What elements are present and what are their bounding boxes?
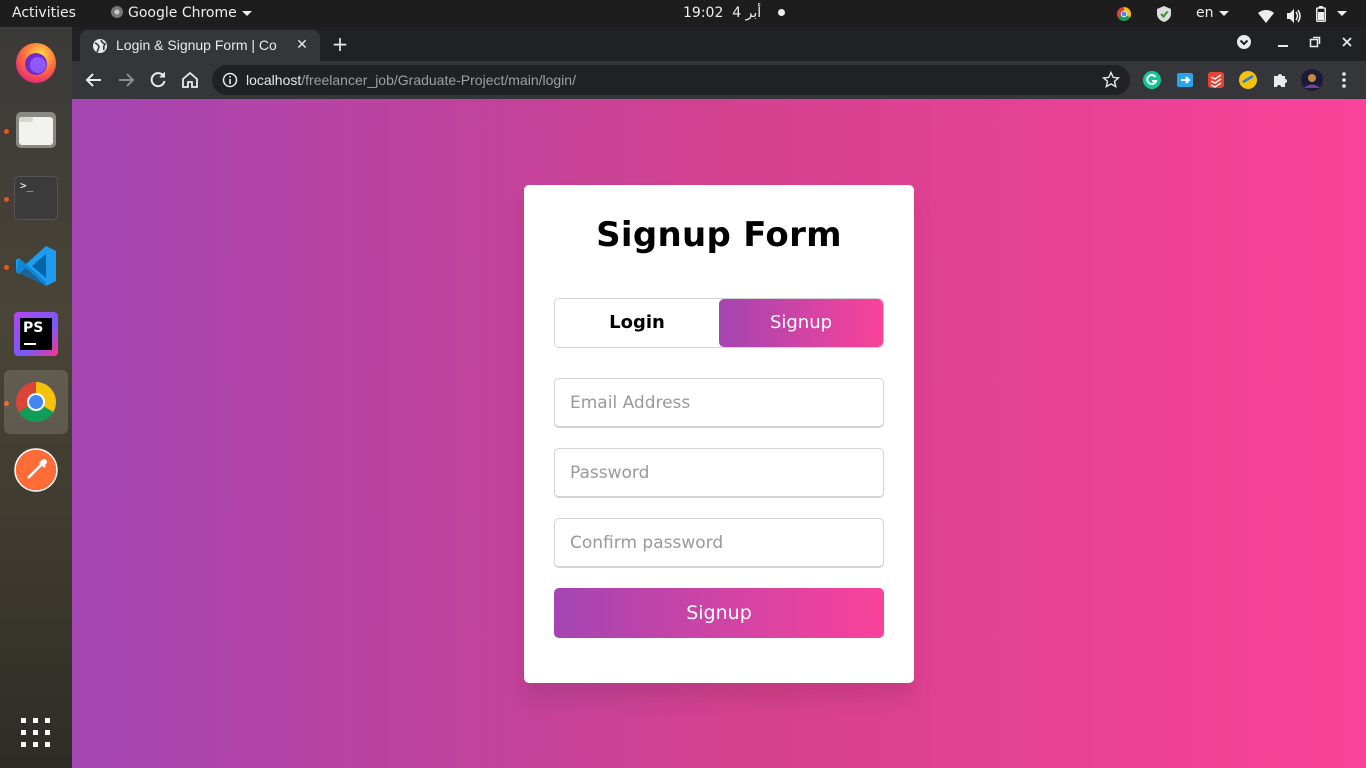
- more-vertical-icon[interactable]: [1334, 70, 1354, 90]
- clock[interactable]: 19:02 أبر 4: [683, 0, 785, 27]
- firefox-icon: [16, 43, 56, 83]
- chevron-down-icon: [1218, 10, 1229, 16]
- forward-button[interactable]: [113, 67, 139, 93]
- wifi-icon[interactable]: [1258, 6, 1274, 23]
- confirm-password-input[interactable]: [555, 519, 883, 566]
- password-field: [554, 448, 884, 498]
- url-text: localhost/freelancer_job/Graduate-Projec…: [246, 65, 576, 95]
- tab-login[interactable]: Login: [555, 299, 719, 347]
- close-icon[interactable]: ✕: [294, 37, 310, 53]
- form-card: Signup Form Login Signup Signup: [524, 185, 914, 683]
- url-path: /freelancer_job/Graduate-Project/main/lo…: [301, 72, 576, 88]
- clock-time: 19:02: [683, 5, 724, 21]
- grid-icon: [21, 718, 50, 747]
- phpstorm-icon: PS: [14, 312, 58, 356]
- language-label: en: [1196, 5, 1214, 21]
- clock-date: أبر 4: [732, 5, 762, 21]
- back-button[interactable]: [81, 67, 107, 93]
- extension-smile-icon[interactable]: [1238, 70, 1258, 90]
- info-icon[interactable]: [222, 72, 238, 88]
- app-menu[interactable]: Google Chrome: [110, 0, 252, 27]
- chevron-down-circle-icon: [1237, 35, 1251, 49]
- language-selector[interactable]: en: [1196, 0, 1229, 27]
- puzzle-icon[interactable]: [1270, 70, 1290, 90]
- signup-button[interactable]: Signup: [554, 588, 884, 638]
- tab-title: Login & Signup Form | Co: [116, 37, 277, 53]
- dock: >_ PS: [0, 27, 72, 768]
- dock-item-terminal[interactable]: >_: [4, 166, 68, 230]
- shield-icon[interactable]: [1157, 5, 1171, 22]
- star-icon[interactable]: [1102, 71, 1120, 89]
- arrow-left-icon: [85, 73, 101, 87]
- tab-signup[interactable]: Signup: [719, 299, 883, 347]
- activities-button[interactable]: Activities: [12, 0, 76, 27]
- dock-item-postman[interactable]: [4, 438, 68, 502]
- dock-item-files[interactable]: [4, 98, 68, 162]
- todoist-icon[interactable]: [1206, 70, 1226, 90]
- tab-strip: Login & Signup Form | Co ✕ +: [72, 27, 1366, 61]
- chrome-app-icon: [111, 6, 123, 18]
- terminal-glyph: >_: [20, 179, 34, 192]
- grammarly-icon[interactable]: [1142, 70, 1162, 90]
- password-input[interactable]: [555, 449, 883, 496]
- home-icon: [182, 71, 198, 88]
- page-title: Signup Form: [596, 215, 842, 255]
- globe-icon: [93, 39, 107, 53]
- chrome-icon: [16, 382, 56, 422]
- minimize-icon: [1278, 45, 1288, 47]
- chevron-down-icon: [241, 10, 252, 16]
- system-menu[interactable]: [1332, 0, 1347, 27]
- restore-icon: [1309, 36, 1321, 48]
- close-window-button[interactable]: [1337, 34, 1357, 54]
- email-field: [554, 378, 884, 428]
- tab-search-button[interactable]: [1234, 34, 1254, 54]
- url-host: localhost: [246, 72, 302, 88]
- dock-item-chrome[interactable]: [4, 370, 68, 434]
- minimize-button[interactable]: [1273, 34, 1293, 54]
- arrow-right-icon: [119, 73, 135, 87]
- chevron-down-icon: [1337, 10, 1347, 16]
- close-icon: [1342, 37, 1352, 47]
- dock-item-phpstorm[interactable]: PS: [4, 302, 68, 366]
- app-menu-label: Google Chrome: [128, 5, 237, 21]
- confirm-password-field: [554, 518, 884, 568]
- email-input[interactable]: [555, 379, 883, 426]
- browser-window: Login & Signup Form | Co ✕ + localhost/f…: [72, 27, 1366, 99]
- chrome-tray-icon[interactable]: [1116, 5, 1132, 21]
- page-background: Signup Form Login Signup Signup: [72, 99, 1366, 768]
- extension-share-icon[interactable]: [1175, 70, 1195, 90]
- home-button[interactable]: [177, 67, 203, 93]
- vscode-icon: [16, 246, 56, 286]
- address-bar[interactable]: localhost/freelancer_job/Graduate-Projec…: [212, 65, 1130, 95]
- system-top-bar: Activities Google Chrome 19:02 أبر 4 en: [0, 0, 1366, 27]
- dock-item-vscode[interactable]: [4, 234, 68, 298]
- notification-dot-icon: [777, 9, 785, 16]
- folder-icon: [16, 112, 56, 148]
- reload-button[interactable]: [145, 67, 171, 93]
- postman-icon: [14, 448, 58, 492]
- browser-tab[interactable]: Login & Signup Form | Co ✕: [80, 30, 320, 61]
- show-applications-button[interactable]: [20, 717, 52, 749]
- dock-item-firefox[interactable]: [4, 30, 68, 94]
- battery-icon[interactable]: [1316, 5, 1326, 22]
- terminal-icon: >_: [14, 176, 58, 220]
- avatar[interactable]: [1301, 69, 1323, 91]
- reload-icon: [150, 72, 166, 88]
- volume-icon[interactable]: [1286, 6, 1302, 23]
- new-tab-button[interactable]: +: [330, 34, 350, 54]
- browser-toolbar: localhost/freelancer_job/Graduate-Projec…: [72, 61, 1366, 99]
- phpstorm-glyph: PS: [23, 320, 44, 336]
- form-toggle: Login Signup: [554, 298, 884, 348]
- restore-button[interactable]: [1305, 34, 1325, 54]
